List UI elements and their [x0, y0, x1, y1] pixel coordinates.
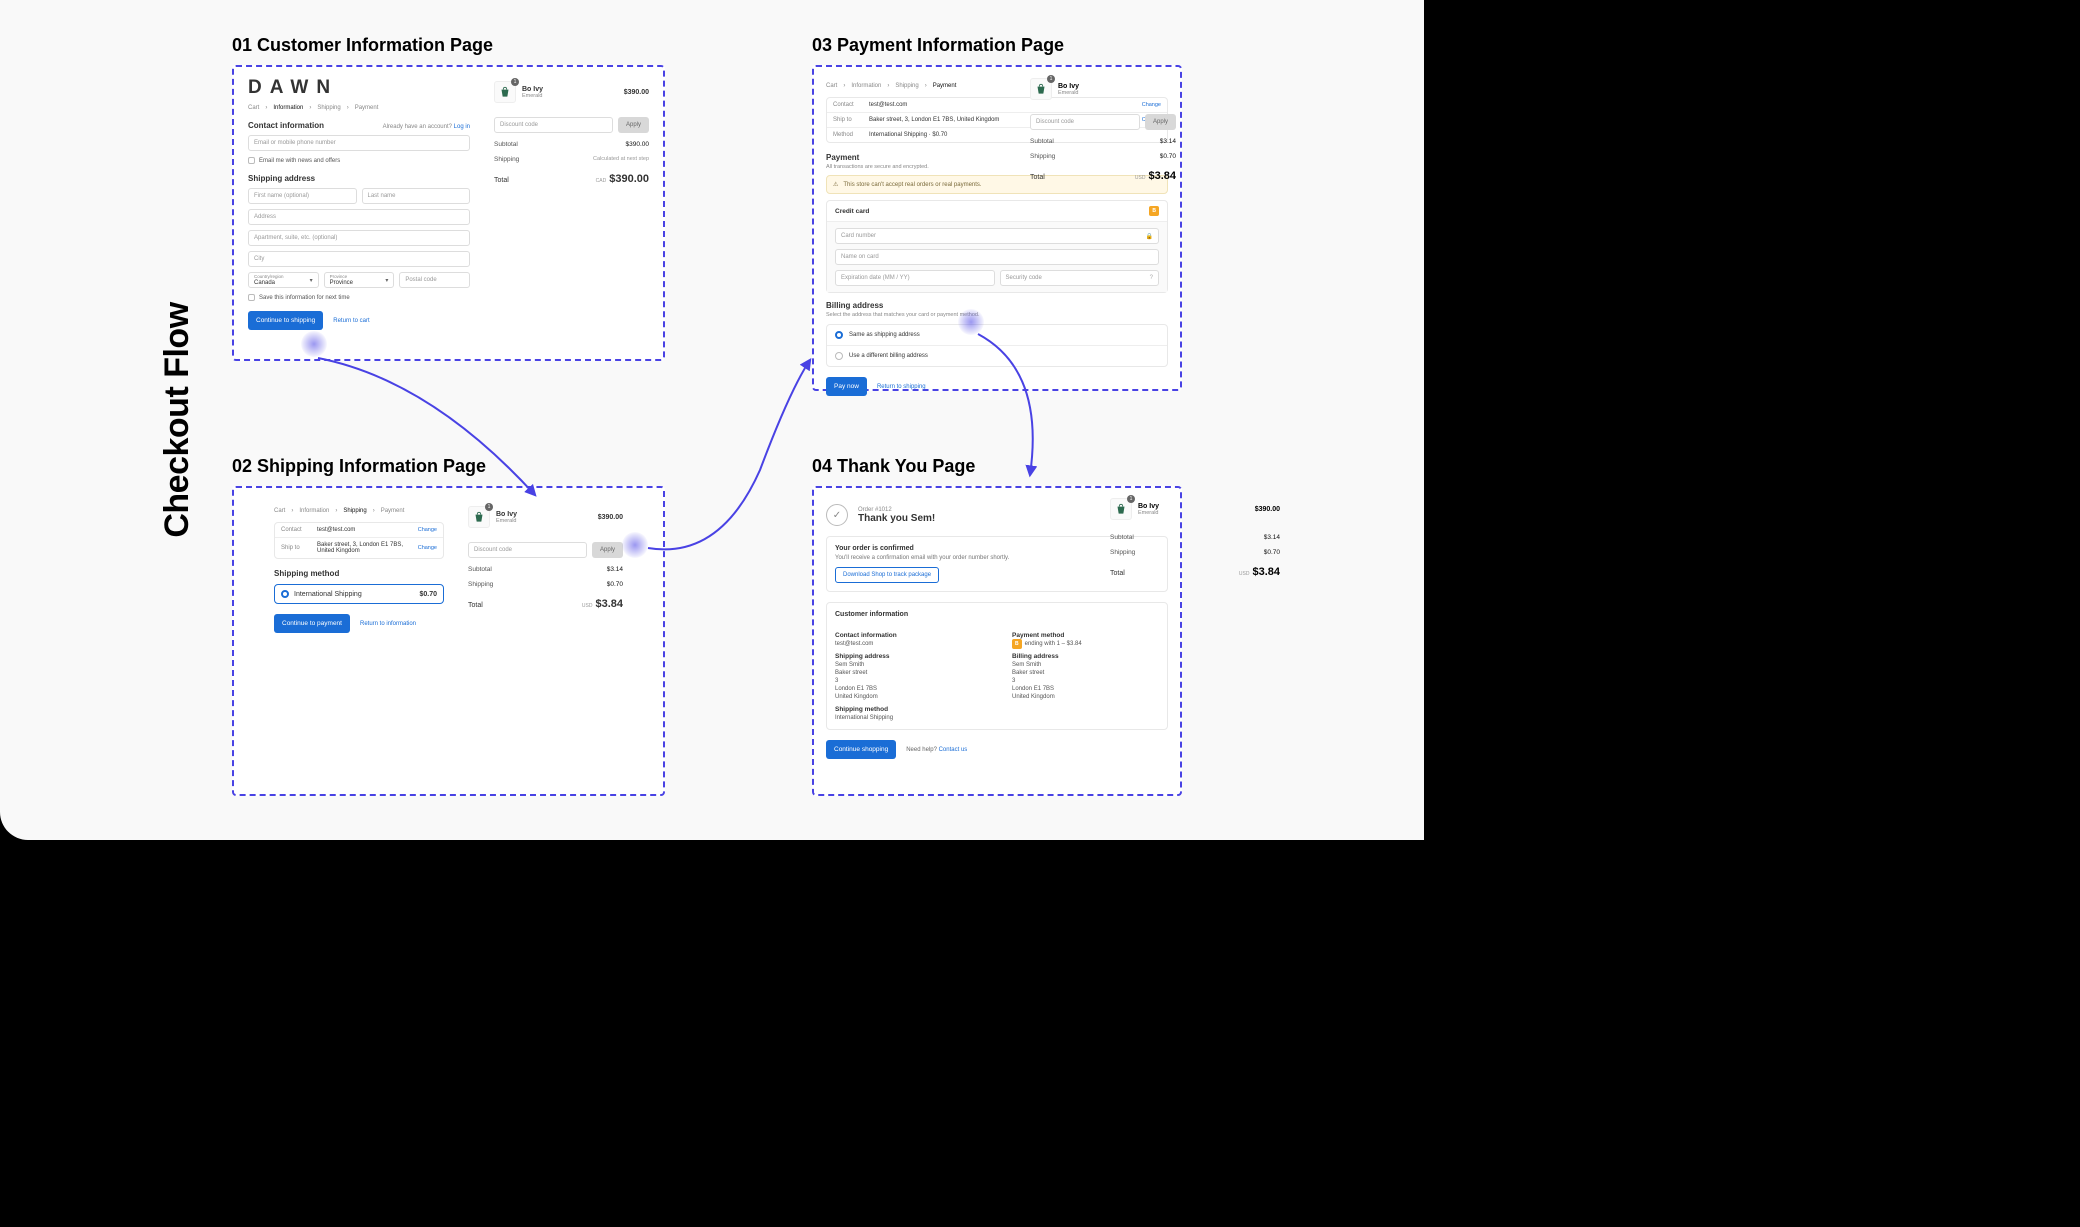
login-link[interactable]: Log in — [454, 124, 470, 130]
contact-heading: Contact information — [248, 121, 324, 130]
panel-04-summary: 1 Bo IvyEmerald $390.00 Subtotal$3.14 Sh… — [1110, 494, 1280, 578]
help-icon: ? — [1150, 275, 1153, 281]
discount-field[interactable]: Discount code — [1030, 114, 1140, 130]
breadcrumbs: Cart Information Shipping Payment — [274, 508, 444, 514]
product-thumb: 1 — [1030, 78, 1052, 100]
return-to-shipping-link[interactable]: Return to shipping — [877, 384, 926, 390]
panel-04-title: 04 Thank You Page — [812, 456, 975, 477]
pay-now-button[interactable]: Pay now — [826, 377, 867, 396]
card-cvc-field[interactable]: Security code? — [1000, 270, 1160, 286]
shipping-method-heading: Shipping method — [274, 569, 339, 578]
email-field[interactable]: Email or mobile phone number — [248, 135, 470, 151]
panel-03-summary: 1 Bo IvyEmerald Discount code Apply Subt… — [1030, 74, 1176, 182]
card-expiry-field[interactable]: Expiration date (MM / YY) — [835, 270, 995, 286]
check-circle-icon: ✓ — [826, 504, 848, 526]
flow-arrows — [0, 0, 1424, 840]
province-select[interactable]: ProvinceProvince — [324, 272, 395, 288]
diagram-stage: Checkout Flow 01 Customer Information Pa… — [0, 0, 1424, 840]
billing-same-option[interactable]: Same as shipping address — [827, 325, 1167, 346]
panel-02-title: 02 Shipping Information Page — [232, 456, 486, 477]
radio-on-icon — [835, 331, 843, 339]
card-name-field[interactable]: Name on card — [835, 249, 1159, 265]
download-shop-button[interactable]: Download Shop to track package — [835, 567, 939, 583]
billing-diff-option[interactable]: Use a different billing address — [827, 346, 1167, 366]
shipping-heading: Shipping address — [248, 174, 315, 183]
apartment-field[interactable]: Apartment, suite, etc. (optional) — [248, 230, 470, 246]
return-to-information-link[interactable]: Return to information — [360, 621, 416, 627]
product-thumb: 1 — [468, 506, 490, 528]
contact-us-link[interactable]: Contact us — [939, 747, 968, 753]
country-select[interactable]: Country/regionCanada — [248, 272, 319, 288]
panel-03-title: 03 Payment Information Page — [812, 35, 1064, 56]
change-contact-link[interactable]: Change — [418, 527, 437, 533]
card-brand-icon: B — [1149, 206, 1159, 216]
store-logo: DAWN — [248, 77, 470, 99]
city-field[interactable]: City — [248, 251, 470, 267]
panel-01-title: 01 Customer Information Page — [232, 35, 493, 56]
panel-02: Cart Information Shipping Payment Contac… — [232, 486, 665, 796]
radio-off-icon — [835, 352, 843, 360]
continue-shopping-button[interactable]: Continue shopping — [826, 740, 896, 759]
firstname-field[interactable]: First name (optional) — [248, 188, 357, 204]
apply-discount-button[interactable]: Apply — [618, 117, 649, 133]
discount-field[interactable]: Discount code — [468, 542, 587, 558]
lastname-field[interactable]: Last name — [362, 188, 471, 204]
diagram-title: Checkout Flow — [158, 302, 197, 537]
news-checkbox[interactable]: Email me with news and offers — [248, 157, 470, 164]
continue-to-shipping-button[interactable]: Continue to shipping — [248, 311, 323, 330]
billing-heading: Billing address — [826, 301, 883, 310]
apply-discount-button[interactable]: Apply — [592, 542, 623, 558]
radio-on-icon — [281, 590, 289, 598]
lock-icon: 🔒 — [1146, 233, 1153, 240]
change-shipto-link[interactable]: Change — [418, 545, 437, 551]
breadcrumbs: Cart Information Shipping Payment — [248, 105, 470, 111]
shipping-option[interactable]: International Shipping $0.70 — [274, 584, 444, 604]
apply-discount-button[interactable]: Apply — [1145, 114, 1176, 130]
product-thumb: 1 — [494, 81, 516, 103]
return-to-cart-link[interactable]: Return to cart — [333, 318, 369, 324]
card-number-field[interactable]: Card number🔒 — [835, 228, 1159, 244]
product-thumb: 1 — [1110, 498, 1132, 520]
warning-icon: ⚠ — [833, 181, 838, 188]
address-field[interactable]: Address — [248, 209, 470, 225]
payment-heading: Payment — [826, 153, 859, 162]
save-info-checkbox[interactable]: Save this information for next time — [248, 294, 470, 301]
discount-field[interactable]: Discount code — [494, 117, 613, 133]
continue-to-payment-button[interactable]: Continue to payment — [274, 614, 350, 633]
panel-01: DAWN Cart Information Shipping Payment C… — [232, 65, 665, 361]
postal-field[interactable]: Postal code — [399, 272, 470, 288]
